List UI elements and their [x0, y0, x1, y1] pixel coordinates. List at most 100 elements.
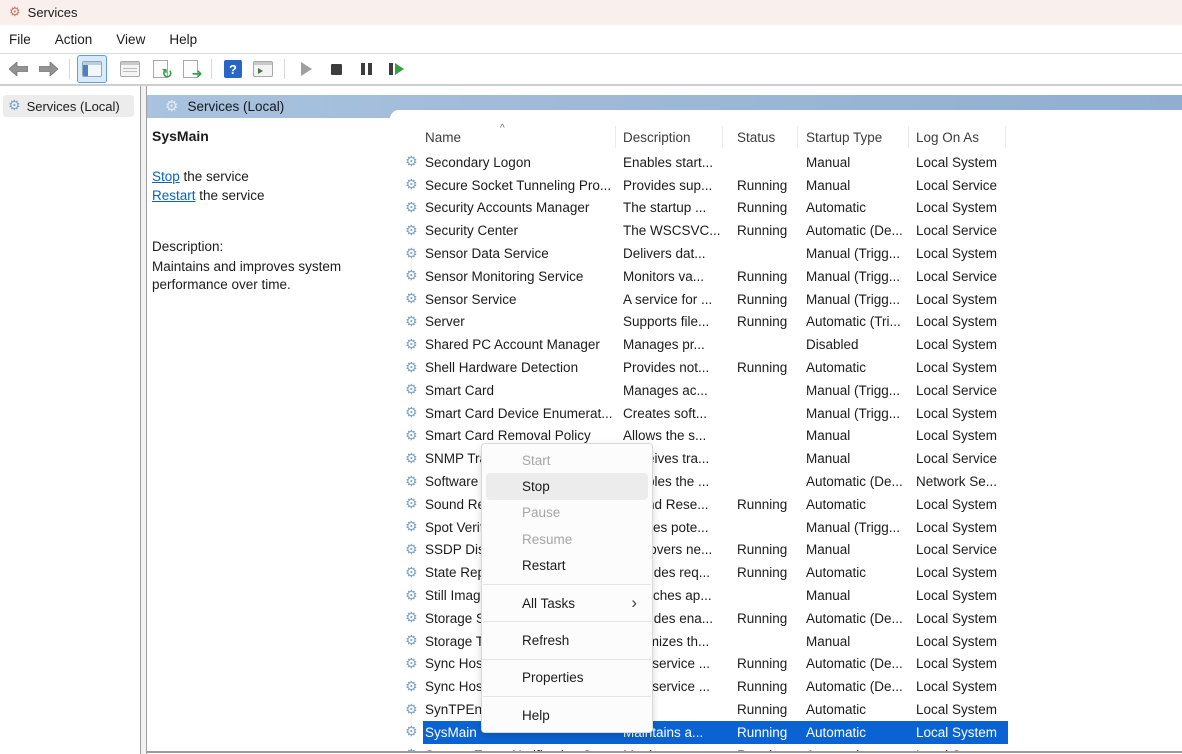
service-gear-icon: ⚙ [405, 634, 418, 648]
tree-item-label: Services (Local) [27, 99, 120, 114]
service-log-on-as: Local Service [916, 223, 1008, 238]
service-gear-icon: ⚙ [405, 406, 418, 420]
export-list-button[interactable]: ➜ [176, 56, 204, 82]
service-row-cells: Secure Socket Tunneling Pro...Provides s… [423, 174, 1008, 197]
service-row-security-accounts-manager[interactable]: ⚙Security Accounts ManagerThe startup ..… [390, 197, 1182, 220]
service-status: Running [737, 223, 806, 238]
service-gear-icon: ⚙ [405, 520, 418, 534]
service-name: Secure Socket Tunneling Pro... [423, 178, 623, 193]
column-header-startup-type[interactable]: Startup Type [806, 130, 916, 145]
service-row-sensor-data-service[interactable]: ⚙Sensor Data ServiceDelivers dat...Manua… [390, 242, 1182, 265]
service-name: Shared PC Account Manager [423, 337, 623, 352]
service-row-security-center[interactable]: ⚙ Security CenterThe WSCSVC...RunningAuto… [390, 219, 1182, 242]
pause-service-button[interactable] [352, 56, 380, 82]
column-divider[interactable] [1005, 126, 1006, 148]
menu-file[interactable]: File [4, 28, 43, 51]
title-bar: ⚙ Services [0, 0, 1182, 25]
help-button[interactable]: ? [219, 56, 247, 82]
service-startup-type: Manual [806, 428, 916, 443]
column-divider[interactable] [615, 126, 616, 148]
service-startup-type: Manual [806, 588, 916, 603]
service-log-on-as: Local System [916, 337, 1008, 352]
service-gear-icon: ⚙ [405, 452, 418, 466]
service-row-secure-socket-tunneling-pro[interactable]: ⚙Secure Socket Tunneling Pro...Provides … [390, 174, 1182, 197]
menu-separator [483, 584, 651, 585]
show-console-tree-button[interactable] [77, 55, 107, 83]
menu-separator [483, 659, 651, 660]
service-startup-type: Automatic [806, 497, 916, 512]
context-menu-item-help[interactable]: Help [482, 702, 652, 728]
service-gear-icon: ⚙ [405, 247, 418, 261]
service-log-on-as: Local Service [916, 542, 1008, 557]
restart-service-link[interactable]: Restart [152, 188, 196, 203]
resume-service-button[interactable] [382, 56, 410, 82]
column-header-name[interactable]: Name [423, 130, 623, 145]
start-service-button[interactable] [292, 56, 320, 82]
service-gear-icon: ⚙ [405, 338, 418, 352]
service-row-shell-hardware-detection[interactable]: ⚙Shell Hardware DetectionProvides not...… [390, 356, 1182, 379]
column-divider[interactable] [908, 126, 909, 148]
context-menu-item-restart[interactable]: Restart [482, 553, 652, 579]
toolbar-separator [211, 59, 212, 79]
pause-icon [361, 63, 372, 75]
context-menu-item-all-tasks[interactable]: All Tasks› [482, 590, 652, 616]
service-name: Smart Card [423, 383, 623, 398]
service-gear-icon: ⚙ [405, 497, 418, 511]
service-log-on-as: Local Service [916, 383, 1008, 398]
service-row-cells: Security Accounts ManagerThe startup ...… [423, 197, 1008, 220]
column-divider[interactable] [797, 126, 798, 148]
column-divider[interactable] [722, 126, 723, 148]
service-gear-icon: ⚙ [405, 657, 418, 671]
service-gear-icon: ⚙ [405, 680, 418, 694]
service-startup-type: Disabled [806, 337, 916, 352]
context-menu-item-stop[interactable]: Stop [486, 473, 648, 499]
service-log-on-as: Local System [916, 656, 1008, 671]
service-row-sensor-monitoring-service[interactable]: ⚙Sensor Monitoring ServiceMonitors va...… [390, 265, 1182, 288]
center-pane: ⚙ Services (Local) SysMain Stop the serv… [147, 86, 1182, 754]
column-header-status[interactable]: Status [737, 130, 806, 145]
column-header-log-on-as[interactable]: Log On As [916, 130, 1008, 145]
toolbar-separator [284, 59, 285, 79]
service-status: Running [737, 314, 806, 329]
service-row-secondary-logon[interactable]: ⚙Secondary LogonEnables start...ManualLo… [390, 151, 1182, 174]
service-description: Creates soft... [623, 406, 737, 421]
refresh-button[interactable]: ↻ [146, 56, 174, 82]
show-action-pane-button[interactable] [249, 56, 277, 82]
service-startup-type: Automatic (De... [806, 679, 916, 694]
service-row-cells: Security CenterThe WSCSVC...RunningAutom… [423, 219, 1008, 242]
service-log-on-as: Local System [916, 679, 1008, 694]
toolbar-separator [69, 59, 70, 79]
context-menu-item-properties[interactable]: Properties [482, 665, 652, 691]
context-menu-item-refresh[interactable]: Refresh [482, 627, 652, 653]
service-log-on-as: Local System [916, 634, 1008, 649]
service-row-smart-card-device-enumerat[interactable]: ⚙Smart Card Device Enumerat...Creates so… [390, 402, 1182, 425]
service-row-sensor-service[interactable]: ⚙Sensor ServiceA service for ...RunningM… [390, 288, 1182, 311]
back-button[interactable] [4, 56, 32, 82]
menu-view[interactable]: View [104, 28, 157, 51]
action-pane-icon [253, 61, 273, 77]
service-startup-type: Manual (Trigg... [806, 383, 916, 398]
tree-item-services-local[interactable]: ⚙ Services (Local) [3, 95, 134, 117]
stop-service-link[interactable]: Stop [152, 169, 180, 184]
menu-action[interactable]: Action [43, 28, 105, 51]
column-header-description[interactable]: Description [623, 130, 737, 145]
properties-toolbar-button[interactable] [116, 56, 144, 82]
service-row-system-event-notification-s[interactable]: ⚙System Event Notification S...Monitors … [390, 744, 1182, 751]
forward-button[interactable] [34, 56, 62, 82]
forward-arrow-icon [39, 62, 58, 76]
service-row-shared-pc-account-manager[interactable]: ⚙Shared PC Account ManagerManages pr...D… [390, 333, 1182, 356]
service-gear-icon: ⚙ [405, 224, 418, 238]
service-row-smart-card[interactable]: ⚙Smart CardManages ac...Manual (Trigg...… [390, 379, 1182, 402]
service-description: Enables start... [623, 155, 737, 170]
service-status: Running [737, 565, 806, 580]
service-description: Supports file... [623, 314, 737, 329]
stop-service-button[interactable] [322, 56, 350, 82]
service-log-on-as: Local System [916, 155, 1008, 170]
pane-splitter[interactable] [140, 86, 147, 754]
service-row-server[interactable]: ⚙ServerSupports file...RunningAutomatic … [390, 311, 1182, 334]
service-log-on-as: Local System [916, 702, 1008, 717]
service-row-cells: Shell Hardware DetectionProvides not...R… [423, 356, 1008, 379]
service-log-on-as: Local System [916, 200, 1008, 215]
menu-help[interactable]: Help [157, 28, 209, 51]
service-gear-icon: ⚙ [405, 475, 418, 489]
